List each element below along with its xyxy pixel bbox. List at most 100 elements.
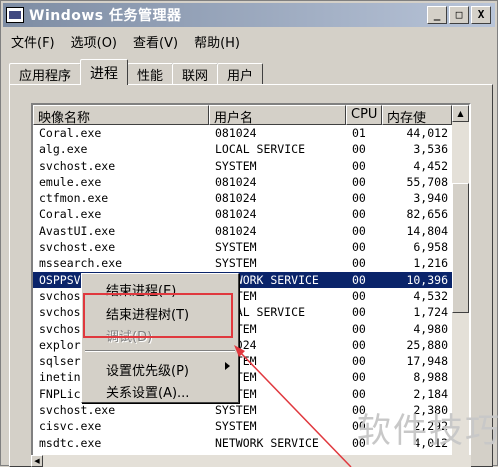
table-cell: 00	[352, 158, 366, 173]
menu-help[interactable]: 帮助(H)	[190, 31, 244, 52]
table-cell: 081024	[215, 207, 257, 222]
tab-performance[interactable]: 性能	[127, 63, 174, 85]
table-cell: 00	[352, 223, 366, 238]
app-icon	[6, 7, 24, 23]
table-cell: emule.exe	[39, 174, 102, 189]
table-row[interactable]: ctfmon.exe 081024 00 3,940	[33, 190, 469, 206]
table-cell: alg.exe	[39, 142, 88, 157]
table-cell: 00	[352, 272, 366, 287]
table-cell: 2,184	[413, 386, 448, 401]
column-user-name[interactable]: 用户名	[209, 105, 346, 125]
table-cell: LOCAL SERVICE	[215, 142, 306, 157]
table-cell: 00	[352, 256, 366, 271]
table-cell: 3,940	[413, 191, 448, 206]
task-manager-window: Windows 任务管理器 _ □ X 文件(F) 选项(O) 查看(V) 帮助…	[0, 0, 498, 467]
table-cell: 25,880	[406, 337, 448, 352]
table-row[interactable]: Coral.exe 081024 01 44,012	[33, 125, 469, 141]
table-cell: ctfmon.exe	[39, 191, 109, 206]
tab-applications[interactable]: 应用程序	[9, 63, 82, 85]
table-row[interactable]: svchost.exe SYSTEM 00 6,958	[33, 239, 469, 255]
table-cell: SYSTEM	[215, 419, 257, 434]
minimize-button[interactable]: _	[427, 6, 447, 24]
table-cell: 00	[352, 207, 366, 222]
table-cell: 00	[352, 305, 366, 320]
column-cpu[interactable]: CPU	[346, 105, 382, 125]
menu-bar: 文件(F) 选项(O) 查看(V) 帮助(H)	[7, 31, 244, 52]
table-cell: 00	[352, 370, 366, 385]
table-cell: 4,532	[413, 288, 448, 303]
table-cell: 3,536	[413, 142, 448, 157]
table-cell: 00	[352, 337, 366, 352]
table-cell: SYSTEM	[215, 403, 257, 418]
table-cell: 00	[352, 142, 366, 157]
table-row[interactable]: emule.exe 081024 00 55,708	[33, 174, 469, 190]
watermark: 软件技巧	[357, 411, 498, 451]
table-cell: 4,980	[413, 321, 448, 336]
tab-networking[interactable]: 联网	[172, 63, 219, 85]
table-cell: 4,452	[413, 158, 448, 173]
close-button[interactable]: X	[471, 6, 491, 24]
table-cell: 00	[352, 191, 366, 206]
table-cell: 82,656	[406, 207, 448, 222]
table-cell: 01	[352, 126, 366, 140]
table-cell: 00	[352, 288, 366, 303]
table-cell: 17,948	[406, 354, 448, 369]
table-row[interactable]: alg.exe LOCAL SERVICE 00 3,536	[33, 141, 469, 157]
table-cell: 00	[352, 240, 366, 255]
table-cell: svchost.exe	[39, 240, 116, 255]
table-cell: svchost.exe	[39, 158, 116, 173]
menu-file[interactable]: 文件(F)	[7, 31, 59, 52]
maximize-button[interactable]: □	[449, 6, 469, 24]
menu-affinity[interactable]: 关系设置(A)...	[106, 382, 189, 401]
table-cell: svchost.exe	[39, 403, 116, 418]
table-cell: 10,396	[406, 272, 448, 287]
table-cell: 00	[352, 386, 366, 401]
table-row[interactable]: svchost.exe SYSTEM 00 4,452	[33, 158, 469, 174]
menu-separator	[85, 350, 235, 352]
table-cell: 8,988	[413, 370, 448, 385]
table-cell: cisvc.exe	[39, 419, 102, 434]
table-cell: 55,708	[406, 174, 448, 189]
table-cell: 00	[352, 174, 366, 189]
window-title: Windows 任务管理器	[29, 8, 182, 24]
menu-options[interactable]: 选项(O)	[67, 31, 121, 52]
horizontal-scrollbar[interactable]: ◀	[31, 455, 471, 467]
table-cell: SYSTEM	[215, 256, 257, 271]
table-row[interactable]: Coral.exe 081024 00 82,656	[33, 206, 469, 222]
menu-view[interactable]: 查看(V)	[129, 31, 182, 52]
scroll-left-button[interactable]: ◀	[31, 455, 43, 467]
table-cell: 1,216	[413, 256, 448, 271]
table-cell: 14,804	[406, 223, 448, 238]
table-cell: mssearch.exe	[39, 256, 123, 271]
tab-strip: 应用程序 进程 性能 联网 用户	[9, 59, 264, 85]
table-cell: 44,012	[406, 126, 448, 140]
table-cell: 6,958	[413, 240, 448, 255]
column-image-name[interactable]: 映像名称	[33, 105, 209, 125]
table-cell: 1,724	[413, 305, 448, 320]
table-cell: SYSTEM	[215, 158, 257, 173]
table-cell: SYSTEM	[215, 240, 257, 255]
table-cell: 081024	[215, 223, 257, 238]
submenu-arrow-icon	[225, 362, 230, 370]
table-cell: 081024	[215, 191, 257, 206]
highlight-box	[83, 293, 233, 338]
table-cell: Coral.exe	[39, 207, 102, 222]
table-row[interactable]: mssearch.exe SYSTEM 00 1,216	[33, 255, 469, 271]
table-cell: 081024	[215, 174, 257, 189]
title-bar[interactable]: Windows 任务管理器 _ □ X	[3, 3, 495, 27]
list-header: 映像名称 用户名 CPU 内存使	[33, 105, 469, 125]
table-cell: 00	[352, 354, 366, 369]
tab-processes[interactable]: 进程	[80, 59, 129, 85]
column-memory[interactable]: 内存使	[382, 105, 452, 125]
table-cell: AvastUI.exe	[39, 223, 116, 238]
table-row[interactable]: AvastUI.exe 081024 00 14,804	[33, 223, 469, 239]
scroll-thumb[interactable]	[452, 183, 469, 313]
table-cell: NETWORK SERVICE	[215, 435, 319, 450]
table-cell: 00	[352, 321, 366, 336]
table-cell: 081024	[215, 126, 257, 140]
tab-users[interactable]: 用户	[217, 63, 264, 85]
table-cell: msdtc.exe	[39, 435, 102, 450]
scroll-up-button[interactable]: ▲	[452, 105, 469, 122]
menu-set-priority[interactable]: 设置优先级(P)	[106, 360, 189, 379]
table-cell: Coral.exe	[39, 126, 102, 140]
